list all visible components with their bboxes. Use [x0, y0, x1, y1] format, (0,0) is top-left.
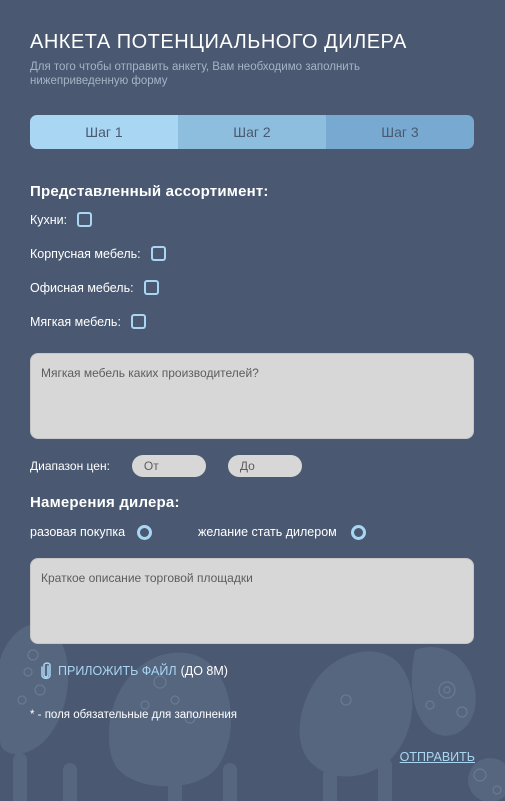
attach-file-row: ПРИЛОЖИТЬ ФАЙЛ (ДО 8М)	[30, 662, 475, 680]
checkbox-row-office-furniture: Офисная мебель:	[30, 278, 475, 297]
checkbox-label-office-furniture: Офисная мебель:	[30, 280, 134, 295]
checkbox-label-kitchens: Кухни:	[30, 212, 68, 227]
tab-step-2[interactable]: Шаг 2	[178, 115, 326, 149]
paperclip-icon[interactable]	[40, 662, 52, 680]
attach-file-link[interactable]: ПРИЛОЖИТЬ ФАЙЛ	[58, 664, 177, 678]
store-description-textarea[interactable]	[30, 558, 474, 644]
manufacturers-textarea[interactable]	[30, 353, 474, 439]
page-subtitle: Для того чтобы отправить анкету, Вам нео…	[30, 61, 360, 87]
checkbox-row-kitchens: Кухни:	[30, 210, 475, 229]
price-to-input[interactable]	[227, 455, 302, 477]
page-title: АНКЕТА ПОТЕНЦИАЛЬНОГО ДИЛЕРА	[30, 31, 407, 53]
price-from-input[interactable]	[131, 455, 206, 477]
attach-size-limit: (ДО 8М)	[180, 664, 228, 678]
radio-one-time-purchase[interactable]	[137, 524, 153, 540]
assortment-checklist: Кухни: Корпусная мебель: Офисная мебель:…	[30, 210, 475, 331]
tab-step-1[interactable]: Шаг 1	[30, 115, 178, 149]
intentions-radio-group: разовая покупка желание стать дилером	[30, 523, 475, 541]
tab-step-3[interactable]: Шаг 3	[326, 115, 474, 149]
step-tabs: Шаг 1 Шаг 2 Шаг 3	[30, 115, 474, 149]
radio-label-become-dealer: желание стать дилером	[198, 525, 337, 539]
checkbox-office-furniture[interactable]	[143, 280, 159, 295]
assortment-heading: Представленный ассортимент:	[30, 183, 269, 200]
checkbox-row-upholstered-furniture: Мягкая мебель:	[30, 312, 475, 331]
checkbox-label-cabinet-furniture: Корпусная мебель:	[30, 246, 141, 261]
checkbox-kitchens[interactable]	[77, 212, 93, 227]
required-fields-note: * - поля обязательные для заполнения	[30, 709, 237, 721]
radio-label-one-time-purchase: разовая покупка	[30, 525, 126, 539]
submit-link[interactable]: ОТПРАВИТЬ	[400, 750, 475, 764]
price-range-label: Диапазон цен:	[30, 459, 110, 473]
radio-become-dealer[interactable]	[350, 524, 366, 540]
checkbox-row-cabinet-furniture: Корпусная мебель:	[30, 244, 475, 263]
intentions-heading: Намерения дилера:	[30, 494, 180, 511]
checkbox-label-upholstered-furniture: Мягкая мебель:	[30, 314, 121, 329]
price-range-row: Диапазон цен:	[30, 455, 475, 477]
checkbox-upholstered-furniture[interactable]	[130, 314, 146, 329]
checkbox-cabinet-furniture[interactable]	[150, 246, 166, 261]
